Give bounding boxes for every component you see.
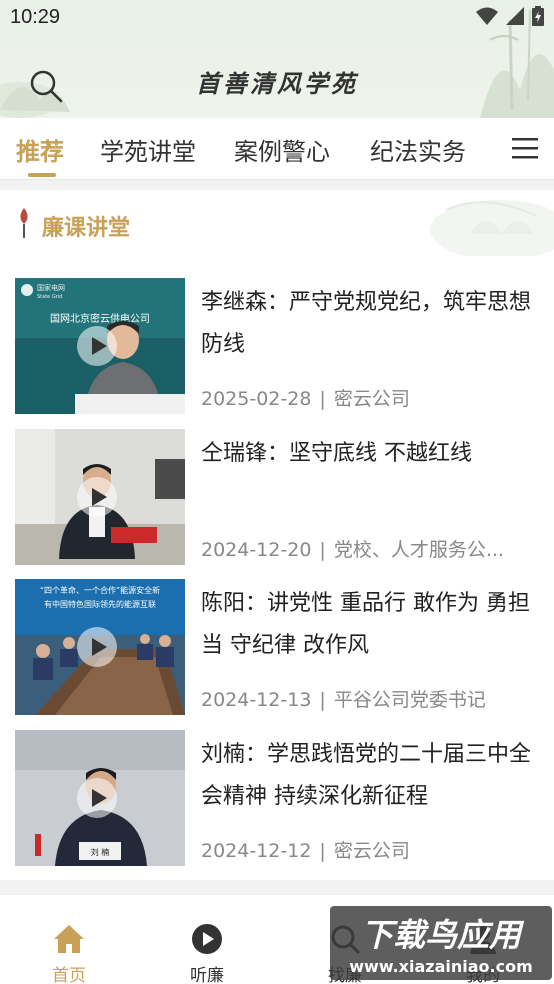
home-icon bbox=[54, 925, 84, 953]
news-date: 2024-12-13 bbox=[201, 689, 312, 711]
news-date: 2024-12-12 bbox=[201, 840, 312, 862]
meta-separator: | bbox=[319, 689, 326, 711]
news-date: 2025-02-28 bbox=[201, 388, 312, 410]
news-title[interactable]: 李继森：严守党规党纪，筑牢思想防线 bbox=[201, 282, 531, 366]
thumb-logo-text: 国家电网 bbox=[37, 283, 65, 292]
tab-recommended[interactable]: 推荐 bbox=[16, 132, 64, 167]
thumb-logo-english: State Grid bbox=[37, 294, 62, 300]
watermark-url: www.xiazainiao.com bbox=[349, 957, 532, 976]
nav-listen[interactable]: 听廉 bbox=[152, 895, 262, 984]
news-meta: 2025-02-28 | 密云公司 bbox=[201, 384, 535, 411]
news-meta: 2024-12-20 | 党校、人才服务公... bbox=[201, 535, 535, 562]
news-date: 2024-12-20 bbox=[201, 539, 312, 561]
meta-separator: | bbox=[319, 388, 326, 410]
signal-icon bbox=[506, 7, 524, 25]
meta-separator: | bbox=[319, 840, 326, 862]
news-title[interactable]: 仝瑞锋：坚守底线 不越红线 bbox=[201, 433, 531, 475]
video-thumbnail: 刘 楠 bbox=[15, 730, 185, 866]
news-source: 密云公司 bbox=[333, 388, 410, 410]
wifi-icon bbox=[476, 7, 498, 25]
battery-icon bbox=[532, 6, 544, 26]
watermark-title: 下载鸟应用 bbox=[361, 916, 525, 954]
news-item[interactable]: “四个革命、一个合作”能源安全新 有中国特色国际领先的能源互联 陈阳：讲党性 重… bbox=[15, 579, 540, 715]
thumb-caption: 国网北京密云供电公司 bbox=[50, 312, 150, 325]
app-title: 首善清风学苑 bbox=[196, 69, 358, 98]
nav-home[interactable]: 首页 bbox=[14, 895, 124, 984]
section-header: 廉课讲堂 bbox=[0, 190, 554, 256]
category-tabs: 推荐 学苑讲堂 案例警心 纪法实务 bbox=[0, 118, 554, 180]
news-title[interactable]: 刘楠：学思践悟党的二十届三中全会精神 持续深化新征程 bbox=[201, 734, 531, 818]
nav-listen-label: 听廉 bbox=[190, 966, 224, 984]
news-item[interactable]: 仝瑞锋：坚守底线 不越红线 2024-12-20 | 党校、人才服务公... bbox=[15, 429, 540, 565]
news-item[interactable]: 国家电网 State Grid 国网北京密云供电公司 李继森：严守党规党纪，筑牢… bbox=[15, 278, 540, 414]
menu-icon[interactable] bbox=[512, 134, 538, 162]
site-watermark: 下载鸟应用 www.xiazainiao.com bbox=[330, 906, 552, 980]
thumb-caption: “四个革命、一个合作”能源安全新 bbox=[40, 585, 160, 595]
play-button[interactable] bbox=[77, 627, 117, 667]
status-icons bbox=[476, 6, 544, 26]
news-source: 密云公司 bbox=[333, 840, 410, 862]
play-circle-icon bbox=[192, 924, 222, 954]
tab-academy-lectures[interactable]: 学苑讲堂 bbox=[100, 132, 196, 167]
video-thumbnail bbox=[15, 429, 185, 565]
status-time: 10:29 bbox=[10, 6, 61, 28]
ink-landscape-decoration bbox=[0, 9, 554, 118]
thumb-caption-line2: 有中国特色国际领先的能源互联 bbox=[44, 599, 156, 609]
play-button[interactable] bbox=[77, 477, 117, 517]
active-tab-indicator bbox=[28, 173, 56, 177]
tab-discipline-practice[interactable]: 纪法实务 bbox=[370, 132, 466, 167]
video-thumbnail: 国家电网 State Grid 国网北京密云供电公司 bbox=[15, 278, 185, 414]
news-meta: 2024-12-13 | 平谷公司党委书记 bbox=[201, 685, 535, 712]
section-title: 廉课讲堂 bbox=[42, 216, 131, 241]
nav-home-label: 首页 bbox=[52, 966, 86, 984]
video-thumbnail: “四个革命、一个合作”能源安全新 有中国特色国际领先的能源互联 bbox=[15, 579, 185, 715]
news-source: 党校、人才服务公... bbox=[333, 539, 504, 561]
brush-icon bbox=[20, 208, 28, 238]
news-meta: 2024-12-12 | 密云公司 bbox=[201, 836, 535, 863]
play-button[interactable] bbox=[77, 778, 117, 818]
news-source: 平谷公司党委书记 bbox=[333, 689, 486, 711]
app-header: 10:29 首善清风学苑 bbox=[0, 0, 554, 118]
news-item[interactable]: 刘 楠 刘楠：学思践悟党的二十届三中全会精神 持续深化新征程 2024-12-1… bbox=[15, 730, 540, 866]
tab-case-warnings[interactable]: 案例警心 bbox=[234, 132, 330, 167]
news-title[interactable]: 陈阳：讲党性 重品行 敢作为 勇担当 守纪律 改作风 bbox=[201, 583, 531, 667]
meta-separator: | bbox=[319, 539, 326, 561]
thumb-name-card: 刘 楠 bbox=[91, 847, 110, 857]
play-button[interactable] bbox=[77, 326, 117, 366]
